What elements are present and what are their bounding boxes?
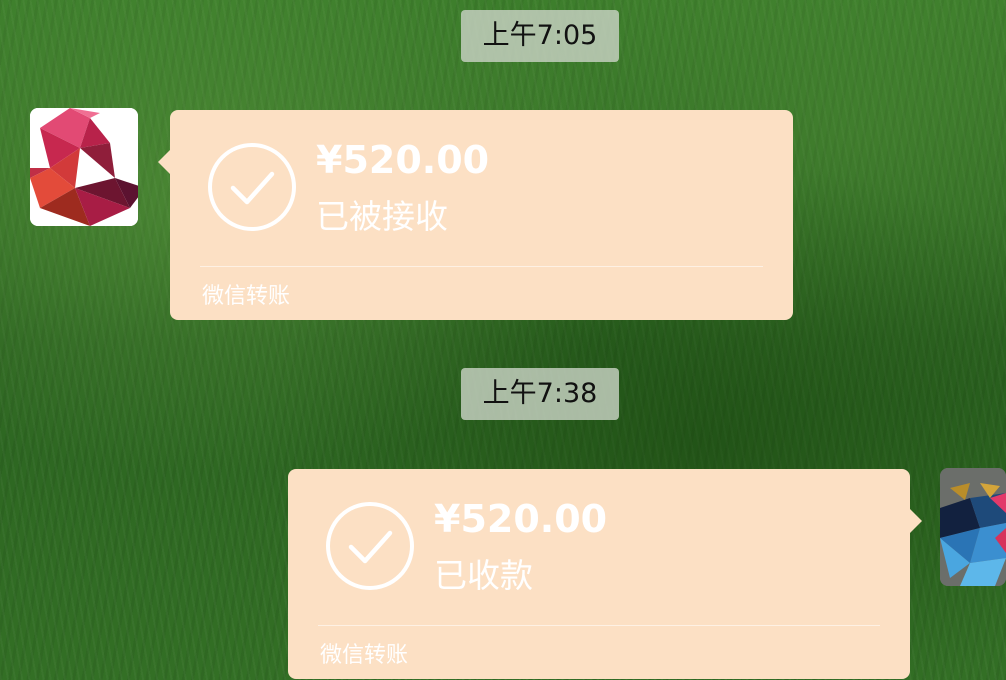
check-circle-icon [208,143,296,231]
transfer-amount: ¥520.00 [434,497,608,541]
card-divider [200,266,763,267]
transfer-source-label: 微信转账 [202,284,291,309]
contact-avatar[interactable] [30,108,138,226]
user-avatar[interactable] [940,468,1006,586]
avatar-image [940,468,1006,586]
transfer-message-card[interactable]: ¥520.00 已收款 微信转账 [288,469,922,679]
card-divider [318,625,880,626]
avatar-image [30,108,138,226]
check-circle-icon [326,502,414,590]
transfer-source-label: 微信转账 [320,643,409,668]
timestamp: 上午7:38 [461,368,619,420]
timestamp: 上午7:05 [461,10,619,62]
transfer-status: 已被接收 [316,197,448,236]
transfer-amount: ¥520.00 [316,138,490,182]
transfer-message-card[interactable]: ¥520.00 已被接收 微信转账 [158,110,793,320]
transfer-status: 已收款 [434,556,533,595]
